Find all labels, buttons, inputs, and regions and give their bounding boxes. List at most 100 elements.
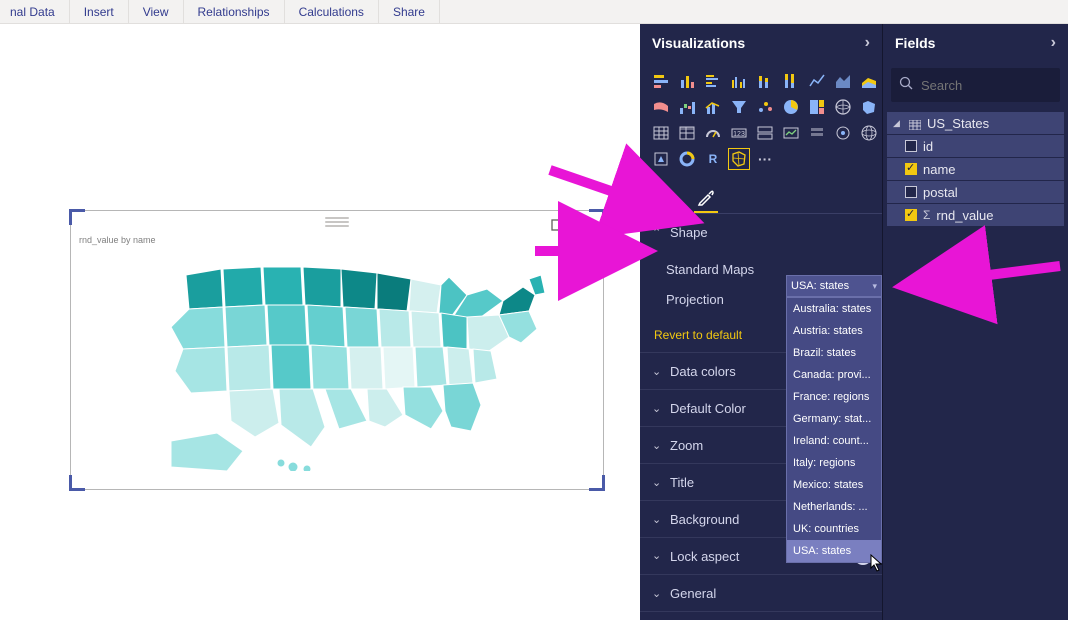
viz-gauge-icon[interactable] [702,122,724,144]
dropdown-option[interactable]: USA: states [787,540,881,562]
dropdown-option[interactable]: Netherlands: ... [787,496,881,518]
viz-scatter-icon[interactable] [754,96,776,118]
viz-clustered-bar-icon[interactable] [702,70,724,92]
viz-map-icon[interactable] [832,96,854,118]
dropdown-option[interactable]: Ireland: count... [787,430,881,452]
checkbox[interactable] [905,140,917,152]
viz-card-icon[interactable]: 123 [728,122,750,144]
viz-funnel-icon[interactable] [728,96,750,118]
viz-stacked-bar-icon[interactable] [650,70,672,92]
lock-aspect-label: Lock aspect [670,549,739,564]
ribbon-tab-relationships[interactable]: Relationships [184,0,285,23]
field-item[interactable]: Σrnd_value [887,204,1064,226]
projection-label: Projection [666,292,724,307]
sigma-icon: Σ [923,208,930,222]
fields-header[interactable]: Fields › [883,24,1068,62]
fields-tree: ◢ US_States id name postal Σrnd_value [883,112,1068,226]
viz-multicard-icon[interactable] [754,122,776,144]
dropdown-option[interactable]: Canada: provi... [787,364,881,386]
mouse-cursor-icon [870,554,884,575]
viz-combo-icon[interactable] [702,96,724,118]
annotation-arrow [890,256,1068,301]
checkbox[interactable] [905,209,917,221]
viz-column-icon[interactable] [676,70,698,92]
dropdown-option[interactable]: Brazil: states [787,342,881,364]
report-canvas[interactable]: ··· rnd_value by name [0,24,640,620]
viz-more-icon[interactable]: ··· [754,148,776,170]
fields-title: Fields [895,35,935,51]
format-general[interactable]: ⌄ General [640,575,882,611]
collapse-icon: ◢ [893,118,903,129]
viz-100stacked-icon[interactable] [780,70,802,92]
dropdown-option[interactable]: Italy: regions [787,452,881,474]
dropdown-option[interactable]: Germany: stat... [787,408,881,430]
dropdown-option[interactable]: Mexico: states [787,474,881,496]
dropdown-option[interactable]: France: regions [787,386,881,408]
chevron-icon: ⌄ [652,365,662,378]
viz-shape-map-icon[interactable] [728,148,750,170]
drag-grip[interactable] [325,217,349,227]
zoom-label: Zoom [670,438,703,453]
visualizations-header[interactable]: Visualizations › [640,24,882,62]
field-item[interactable]: name [887,158,1064,180]
shape-map-visual [131,251,551,471]
viz-line-icon[interactable] [806,70,828,92]
field-name: id [923,139,933,154]
field-name: name [923,162,956,177]
data-colors-label: Data colors [670,364,736,379]
background-label: Background [670,512,739,527]
dropdown-option[interactable]: Australia: states [787,298,881,320]
viz-area-icon[interactable] [832,70,854,92]
svg-text:R: R [709,152,718,166]
ribbon: nal Data Insert View Relationships Calcu… [0,0,1068,24]
viz-treemap-icon[interactable] [806,96,828,118]
ribbon-tab-insert[interactable]: Insert [70,0,129,23]
ribbon-tab-view[interactable]: View [129,0,184,23]
annotation-arrow [540,160,710,245]
visual-frame[interactable]: ··· rnd_value by name [70,210,604,490]
dropdown-option[interactable]: UK: countries [787,518,881,540]
field-item[interactable]: id [887,135,1064,157]
general-label: General [670,586,716,601]
resize-handle-bl[interactable] [69,475,85,491]
chevron-right-icon[interactable]: › [1051,34,1056,52]
chevron-icon: ⌄ [652,476,662,489]
checkbox[interactable] [905,163,917,175]
field-item[interactable]: postal [887,181,1064,203]
viz-stacked-column-icon[interactable] [754,70,776,92]
viz-ribbon-icon[interactable] [650,96,672,118]
title-label: Title [670,475,694,490]
chevron-right-icon[interactable]: › [865,34,870,52]
checkbox[interactable] [905,186,917,198]
chevron-icon: ⌄ [652,402,662,415]
standard-maps-dropdown[interactable]: USA: states ▾ [786,275,882,297]
chevron-icon: ⌄ [652,439,662,452]
visual-title: rnd_value by name [79,235,156,245]
fields-search[interactable] [891,68,1060,102]
viz-kpi-icon[interactable] [780,122,802,144]
resize-handle-br[interactable] [589,475,605,491]
viz-table-icon[interactable] [650,122,672,144]
viz-matrix-icon[interactable] [676,122,698,144]
table-icon [909,118,921,128]
dropdown-option[interactable]: Austria: states [787,320,881,342]
ribbon-tab-calculations[interactable]: Calculations [285,0,379,23]
search-input[interactable] [921,78,1052,93]
chevron-icon: ⌄ [652,587,662,600]
viz-globe-icon[interactable] [858,122,880,144]
viz-waterfall-icon[interactable] [676,96,698,118]
dropdown-selected-value: USA: states [791,280,849,292]
chevron-icon: ⌄ [652,513,662,526]
viz-stacked-area-icon[interactable] [858,70,880,92]
field-name: postal [923,185,958,200]
viz-filled-map-icon[interactable] [858,96,880,118]
viz-clustered-column-icon[interactable] [728,70,750,92]
default-color-label: Default Color [670,401,746,416]
viz-arcgis-icon[interactable] [832,122,854,144]
ribbon-tab-data[interactable]: nal Data [4,0,70,23]
resize-handle-tl[interactable] [69,209,85,225]
viz-pie-icon[interactable] [780,96,802,118]
ribbon-tab-share[interactable]: Share [379,0,440,23]
viz-slicer-icon[interactable] [806,122,828,144]
table-node[interactable]: ◢ US_States [887,112,1064,134]
